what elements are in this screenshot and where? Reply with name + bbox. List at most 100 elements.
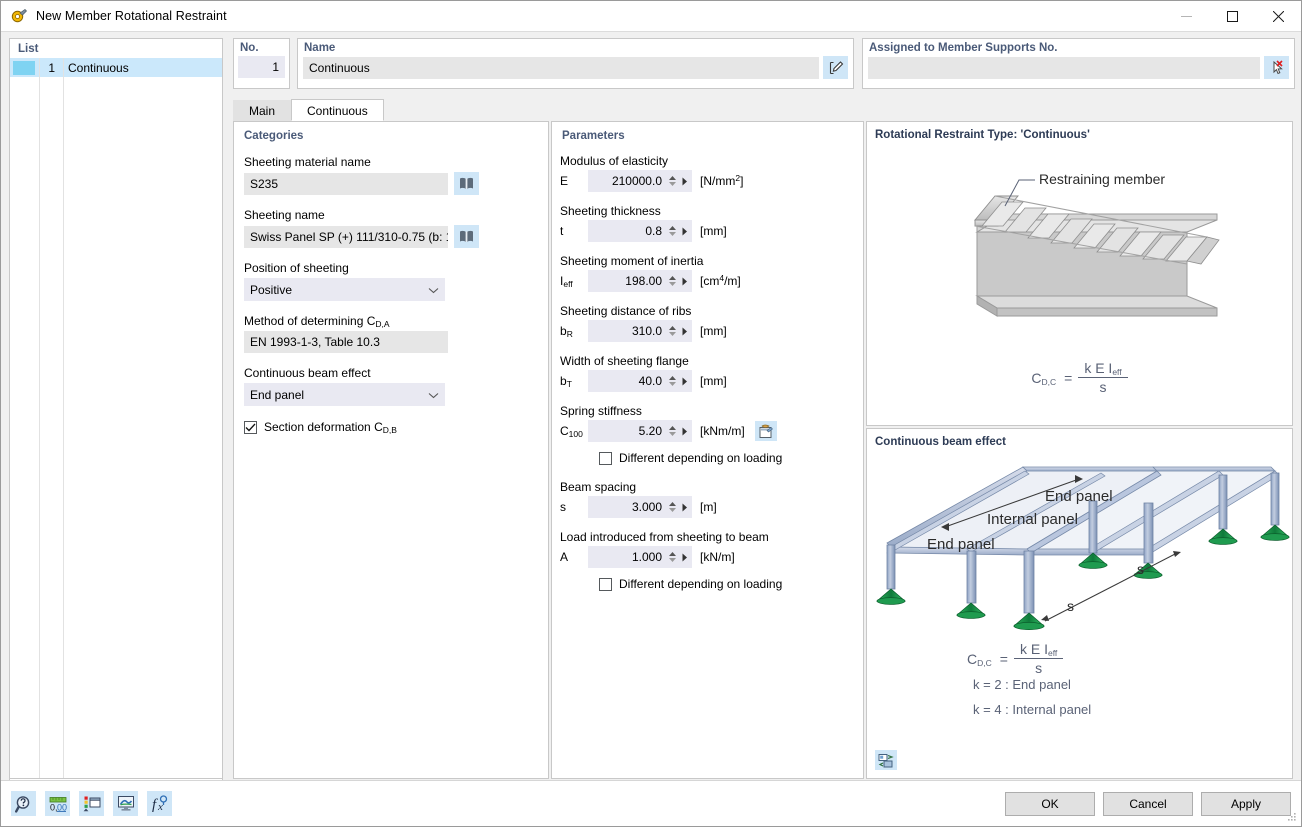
param-more-icon[interactable] <box>678 503 692 512</box>
param-value[interactable]: 198.00 <box>588 274 667 288</box>
sheeting-name-input[interactable]: Swiss Panel SP (+) 111/310-0.75 (b: 100 <box>244 226 448 248</box>
position-of-sheeting-select[interactable]: Positive <box>244 278 445 301</box>
sheeting-material-label: Sheeting material name <box>244 155 538 169</box>
param-label: Load introduced from sheeting to beam <box>560 530 863 544</box>
param-symbol: Ieff <box>560 274 588 288</box>
sheeting-material-input[interactable]: S235 <box>244 173 448 195</box>
param-value[interactable]: 5.20 <box>588 424 667 438</box>
sheeting-name-label: Sheeting name <box>244 208 538 222</box>
sheeting-material-group: Sheeting material name S235 <box>234 155 548 195</box>
spinner-arrows-icon[interactable] <box>667 502 678 512</box>
param-spinner[interactable]: 1.000 <box>588 546 692 568</box>
method-value: EN 1993-1-3, Table 10.3 <box>244 331 448 353</box>
param-value[interactable]: 40.0 <box>588 374 667 388</box>
tab-main[interactable]: Main <box>233 100 291 121</box>
list-body[interactable]: 1 Continuous <box>10 58 222 778</box>
formula-parameters-icon[interactable]: f x <box>147 791 172 816</box>
param-spinner[interactable]: 3.000 <box>588 496 692 518</box>
library-book-icon[interactable] <box>454 225 479 248</box>
list-panel: List 1 Continuous <box>9 38 223 779</box>
number-label: No. <box>234 39 289 56</box>
param-more-icon[interactable] <box>678 277 692 286</box>
list-item[interactable]: 1 Continuous <box>10 58 222 77</box>
load-different-loading-checkbox[interactable] <box>599 578 612 591</box>
chevron-down-icon <box>428 283 439 297</box>
param-unit: [mm] <box>700 224 727 238</box>
param-load-introduced: Load introduced from sheeting to beam A … <box>552 530 863 591</box>
param-more-icon[interactable] <box>678 427 692 436</box>
param-value[interactable]: 3.000 <box>588 500 667 514</box>
assigned-supports-input[interactable] <box>868 57 1260 79</box>
assigned-supports-panel: Assigned to Member Supports No. <box>862 38 1295 89</box>
name-panel: Name Continuous <box>297 38 854 89</box>
restraint-type-title: Rotational Restraint Type: 'Continuous' <box>867 122 1292 141</box>
param-more-icon[interactable] <box>678 553 692 562</box>
ok-button[interactable]: OK <box>1005 792 1095 816</box>
spinner-arrows-icon[interactable] <box>667 176 678 186</box>
spinner-arrows-icon[interactable] <box>667 426 678 436</box>
footer-bar: 0, 00 <box>1 780 1301 826</box>
param-value[interactable]: 210000.0 <box>588 174 667 188</box>
param-spinner[interactable]: 310.0 <box>588 320 692 342</box>
units-decimals-icon[interactable]: 0, 00 <box>45 791 70 816</box>
display-properties-icon[interactable] <box>79 791 104 816</box>
tab-continuous[interactable]: Continuous <box>291 99 384 121</box>
spring-different-loading-checkbox[interactable] <box>599 452 612 465</box>
param-label: Sheeting thickness <box>560 204 863 218</box>
close-button[interactable] <box>1255 1 1301 32</box>
resize-grip[interactable] <box>1285 811 1297 823</box>
list-header: List <box>10 39 222 58</box>
param-more-icon[interactable] <box>678 377 692 386</box>
continuous-beam-effect-select[interactable]: End panel <box>244 383 445 406</box>
param-value[interactable]: 0.8 <box>588 224 667 238</box>
list-item-number: 1 <box>38 61 60 75</box>
param-spinner[interactable]: 40.0 <box>588 370 692 392</box>
spinner-arrows-icon[interactable] <box>667 326 678 336</box>
param-spinner[interactable]: 210000.0 <box>588 170 692 192</box>
param-label: Beam spacing <box>560 480 863 494</box>
section-deformation-row[interactable]: Section deformation CD,B <box>234 420 548 434</box>
section-deformation-checkbox[interactable] <box>244 421 257 434</box>
library-book-icon[interactable] <box>454 172 479 195</box>
edit-icon[interactable] <box>823 56 848 79</box>
param-spinner[interactable]: 0.8 <box>588 220 692 242</box>
render-settings-icon[interactable] <box>875 750 897 770</box>
title-bar: New Member Rotational Restraint <box>1 1 1301 32</box>
param-spinner[interactable]: 198.00 <box>588 270 692 292</box>
spinner-arrows-icon[interactable] <box>667 552 678 562</box>
name-input[interactable]: Continuous <box>303 57 819 79</box>
minimize-button[interactable] <box>1163 1 1209 32</box>
param-more-icon[interactable] <box>678 227 692 236</box>
footer-tool-buttons: 0, 00 <box>11 791 172 816</box>
param-label: Modulus of elasticity <box>560 154 863 168</box>
svg-text:x: x <box>157 801 163 812</box>
param-more-icon[interactable] <box>678 327 692 336</box>
spinner-arrows-icon[interactable] <box>667 226 678 236</box>
label-internal-panel: Internal panel <box>987 511 1078 528</box>
param-width-of-sheeting-flange: Width of sheeting flange bT 40.0 [mm] <box>552 354 863 392</box>
spring-stiffness-settings-icon[interactable] <box>755 421 777 441</box>
pick-cursor-icon[interactable] <box>1264 56 1289 79</box>
param-unit: [kNm/m] <box>700 424 745 438</box>
maximize-button[interactable] <box>1209 1 1255 32</box>
param-unit: [cm4/m] <box>700 274 741 288</box>
spinner-arrows-icon[interactable] <box>667 376 678 386</box>
param-label: Sheeting moment of inertia <box>560 254 863 268</box>
load-different-loading-row[interactable]: Different depending on loading <box>560 577 863 591</box>
graphics-column: Rotational Restraint Type: 'Continuous' <box>866 121 1293 779</box>
param-spinner[interactable]: 5.20 <box>588 420 692 442</box>
param-symbol: bR <box>560 324 588 338</box>
spring-different-loading-row[interactable]: Different depending on loading <box>560 451 863 465</box>
number-value[interactable]: 1 <box>238 56 285 78</box>
apply-button[interactable]: Apply <box>1201 792 1291 816</box>
cancel-button[interactable]: Cancel <box>1103 792 1193 816</box>
param-value[interactable]: 1.000 <box>588 550 667 564</box>
chevron-down-icon <box>428 388 439 402</box>
visual-display-icon[interactable] <box>113 791 138 816</box>
dialog-window: New Member Rotational Restraint List 1 <box>0 0 1302 827</box>
param-unit: [N/mm2] <box>700 174 743 188</box>
help-search-icon[interactable] <box>11 791 36 816</box>
spinner-arrows-icon[interactable] <box>667 276 678 286</box>
param-value[interactable]: 310.0 <box>588 324 667 338</box>
param-more-icon[interactable] <box>678 177 692 186</box>
